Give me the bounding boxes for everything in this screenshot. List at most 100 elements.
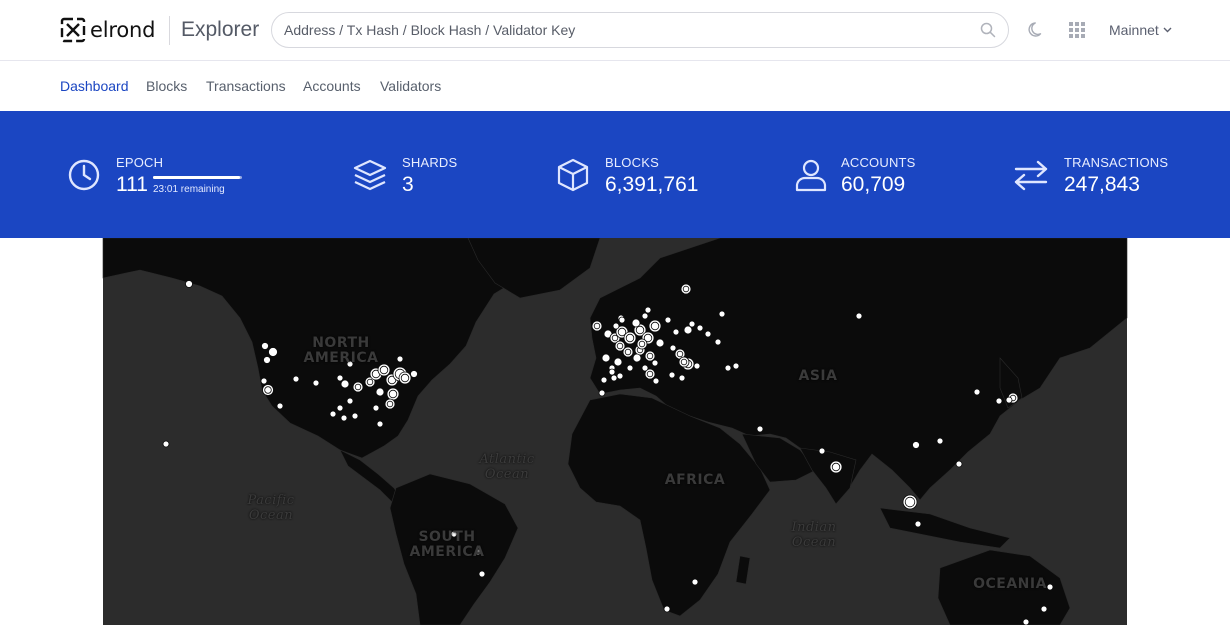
label-pacific-ocean: Pacific Ocean xyxy=(247,493,295,523)
node-marker xyxy=(263,356,271,364)
epoch-value: 111 xyxy=(116,173,148,196)
node-marker xyxy=(598,389,606,397)
node-marker xyxy=(618,316,626,324)
clock-icon xyxy=(68,159,100,191)
label-south-america: SOUTH AMERICA xyxy=(409,529,485,560)
node-marker xyxy=(613,357,623,367)
node-marker xyxy=(261,342,269,350)
node-marker xyxy=(340,379,350,389)
network-selector[interactable]: Mainnet xyxy=(1109,22,1172,38)
node-marker xyxy=(396,355,404,363)
search-box xyxy=(271,12,1009,48)
node-marker xyxy=(973,388,981,396)
node-marker xyxy=(340,414,348,422)
node-marker xyxy=(644,306,652,314)
node-marker xyxy=(704,330,712,338)
node-marker xyxy=(714,338,722,346)
node-marker xyxy=(914,520,922,528)
node-marker xyxy=(641,312,649,320)
node-marker xyxy=(995,397,1003,405)
nav-dashboard[interactable]: Dashboard xyxy=(60,78,129,94)
node-marker xyxy=(276,402,284,410)
node-marker xyxy=(600,376,608,384)
node-marker xyxy=(351,412,359,420)
elrond-logo[interactable]: elrond xyxy=(60,16,155,44)
node-marker xyxy=(683,325,693,335)
node-marker xyxy=(162,440,170,448)
node-marker xyxy=(591,320,603,332)
node-marker xyxy=(648,319,662,333)
chevron-down-icon xyxy=(1163,27,1172,33)
node-marker xyxy=(644,350,656,362)
validators-map: NORTH AMERICA SOUTH AMERICA AFRICA ASIA … xyxy=(0,238,1230,625)
node-marker xyxy=(636,338,648,350)
search-input[interactable] xyxy=(284,13,974,47)
node-marker xyxy=(185,280,193,288)
search-icon[interactable] xyxy=(980,22,996,38)
node-marker xyxy=(655,338,665,348)
epoch-progress-fill xyxy=(153,176,241,179)
nav-validators[interactable]: Validators xyxy=(380,78,441,94)
network-label: Mainnet xyxy=(1109,22,1159,38)
node-marker xyxy=(669,344,677,352)
node-marker xyxy=(292,375,300,383)
nav-accounts[interactable]: Accounts xyxy=(303,78,361,94)
label-africa: AFRICA xyxy=(664,472,726,488)
node-marker xyxy=(329,410,337,418)
user-icon xyxy=(795,159,827,192)
node-marker xyxy=(312,379,320,387)
product-name: Explorer xyxy=(181,18,260,41)
nav-transactions[interactable]: Transactions xyxy=(206,78,286,94)
node-marker xyxy=(691,578,699,586)
node-marker xyxy=(623,331,637,345)
transactions-label: TRANSACTIONS xyxy=(1064,155,1169,170)
node-marker xyxy=(641,364,649,372)
node-marker xyxy=(1040,605,1048,613)
node-marker xyxy=(608,368,616,376)
node-marker xyxy=(410,370,418,378)
main-nav: Dashboard Blocks Transactions Accounts V… xyxy=(0,62,1230,111)
node-marker xyxy=(652,377,660,385)
nav-blocks[interactable]: Blocks xyxy=(146,78,187,94)
node-marker xyxy=(612,322,620,330)
node-marker xyxy=(398,371,412,385)
node-marker xyxy=(610,374,618,382)
elrond-logo-icon xyxy=(60,17,86,43)
node-marker xyxy=(478,570,486,578)
node-marker xyxy=(663,605,671,613)
stat-epoch: EPOCH 111 xyxy=(67,155,267,205)
node-marker xyxy=(626,364,634,372)
node-marker xyxy=(346,397,354,405)
moon-icon[interactable] xyxy=(1028,21,1046,39)
world-map xyxy=(102,238,1128,625)
node-marker xyxy=(718,310,726,318)
stat-accounts: ACCOUNTS 60,709 xyxy=(793,155,983,205)
node-marker xyxy=(384,398,396,410)
node-marker xyxy=(632,353,642,363)
node-marker xyxy=(386,387,400,401)
logo-divider xyxy=(169,16,170,45)
node-marker xyxy=(829,460,843,474)
arrows-icon xyxy=(1014,160,1048,191)
blocks-label: BLOCKS xyxy=(605,155,659,170)
node-marker xyxy=(372,404,380,412)
node-marker xyxy=(601,353,611,363)
cube-icon xyxy=(557,158,589,192)
stat-transactions: TRANSACTIONS 247,843 xyxy=(1013,155,1213,205)
epoch-label: EPOCH xyxy=(116,155,164,170)
node-marker xyxy=(336,404,344,412)
node-marker xyxy=(756,425,764,433)
grid-icon[interactable] xyxy=(1069,22,1085,38)
node-marker xyxy=(688,320,696,328)
node-marker xyxy=(268,347,278,357)
node-marker xyxy=(1022,618,1030,625)
node-marker xyxy=(818,447,826,455)
node-marker xyxy=(678,356,690,368)
label-atlantic-ocean: Atlantic Ocean xyxy=(479,452,535,482)
node-marker xyxy=(651,359,659,367)
node-marker xyxy=(732,362,740,370)
node-marker xyxy=(680,283,692,295)
node-marker xyxy=(936,437,944,445)
blocks-value: 6,391,761 xyxy=(605,173,699,196)
node-marker xyxy=(696,324,704,332)
